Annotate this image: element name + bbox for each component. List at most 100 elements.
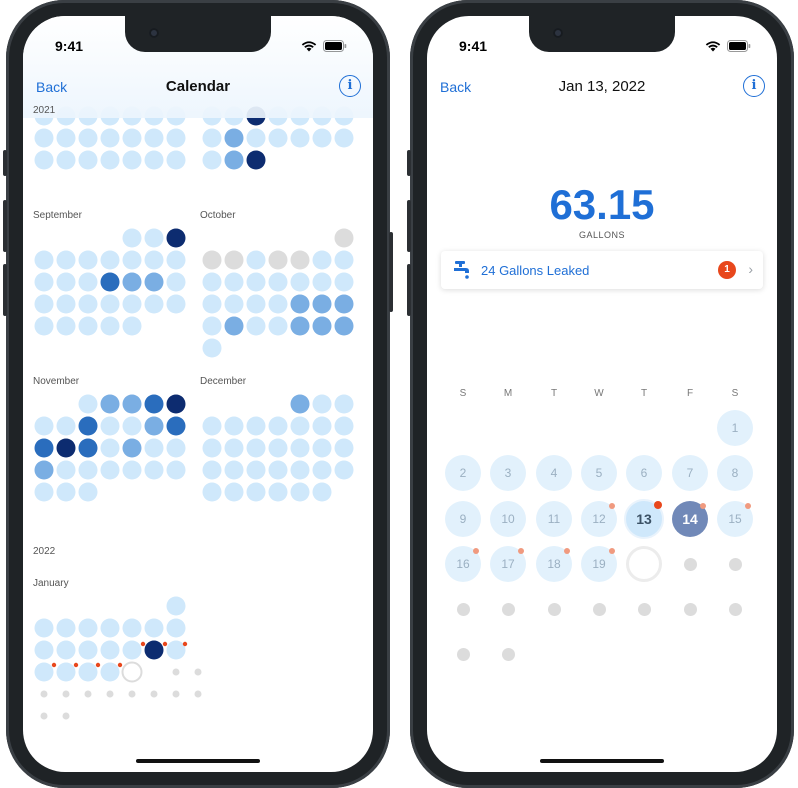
day-dot[interactable] [290, 294, 310, 314]
day-dot[interactable] [246, 482, 266, 502]
day-dot[interactable] [268, 316, 288, 336]
home-indicator[interactable] [136, 759, 260, 763]
day-dot[interactable] [202, 460, 222, 480]
day-dot[interactable] [268, 416, 288, 436]
day-dot[interactable] [144, 294, 164, 314]
day-dot[interactable] [144, 416, 164, 436]
day-dot[interactable] [246, 416, 266, 436]
day-dot[interactable] [166, 128, 186, 148]
future-day-dot[interactable] [40, 690, 48, 698]
day-dot[interactable] [100, 294, 120, 314]
day-dot[interactable] [312, 460, 332, 480]
day-dot[interactable] [78, 316, 98, 336]
day-dot[interactable] [334, 250, 354, 270]
day-dot[interactable] [166, 228, 186, 248]
day-dot[interactable] [290, 272, 310, 292]
day-dot[interactable] [334, 316, 354, 336]
day-dot[interactable] [78, 128, 98, 148]
day-dot[interactable] [268, 250, 288, 270]
day-dot[interactable] [100, 316, 120, 336]
day-dot[interactable] [56, 460, 76, 480]
day-dot[interactable] [246, 272, 266, 292]
day-dot[interactable] [224, 150, 244, 170]
day-dot[interactable] [166, 460, 186, 480]
day-dot[interactable] [122, 438, 142, 458]
day-dot[interactable] [144, 640, 164, 660]
day-dot[interactable] [224, 316, 244, 336]
day-dot[interactable] [224, 416, 244, 436]
future-day-dot[interactable] [194, 668, 202, 676]
day-dot[interactable] [166, 438, 186, 458]
day-dot[interactable] [34, 416, 54, 436]
day-dot[interactable] [202, 316, 222, 336]
day-cell[interactable]: 7 [672, 455, 708, 491]
day-dot[interactable] [268, 128, 288, 148]
day-dot[interactable] [144, 128, 164, 148]
day-dot[interactable] [34, 316, 54, 336]
day-dot[interactable] [144, 438, 164, 458]
day-dot[interactable] [224, 272, 244, 292]
day-dot[interactable] [122, 294, 142, 314]
day-dot[interactable] [224, 128, 244, 148]
day-dot[interactable] [290, 482, 310, 502]
day-dot[interactable] [78, 482, 98, 502]
leak-card[interactable]: 24 Gallons Leaked 1 › [441, 251, 763, 289]
day-dot[interactable] [100, 416, 120, 436]
day-dot[interactable] [144, 460, 164, 480]
future-day-dot[interactable] [62, 690, 70, 698]
day-dot[interactable] [246, 460, 266, 480]
day-dot[interactable] [56, 640, 76, 660]
day-dot[interactable] [312, 250, 332, 270]
day-dot[interactable] [122, 150, 142, 170]
day-dot[interactable] [290, 394, 310, 414]
day-dot[interactable] [224, 438, 244, 458]
day-dot[interactable] [268, 272, 288, 292]
day-dot[interactable] [202, 128, 222, 148]
day-dot[interactable] [166, 250, 186, 270]
future-day-dot[interactable] [172, 668, 180, 676]
day-dot[interactable] [312, 128, 332, 148]
future-day-dot[interactable] [194, 690, 202, 698]
day-dot[interactable] [268, 460, 288, 480]
day-dot[interactable] [224, 250, 244, 270]
day-dot[interactable] [144, 394, 164, 414]
day-dot[interactable] [122, 460, 142, 480]
day-dot[interactable] [334, 228, 354, 248]
day-dot[interactable] [100, 150, 120, 170]
day-dot[interactable] [290, 128, 310, 148]
day-dot[interactable] [312, 316, 332, 336]
day-dot[interactable] [334, 438, 354, 458]
day-dot[interactable] [122, 416, 142, 436]
day-dot[interactable] [78, 640, 98, 660]
day-dot[interactable] [100, 250, 120, 270]
day-dot[interactable] [122, 316, 142, 336]
day-dot[interactable] [312, 438, 332, 458]
day-dot[interactable] [78, 294, 98, 314]
future-day-dot[interactable] [172, 690, 180, 698]
day-dot[interactable] [100, 438, 120, 458]
day-dot[interactable] [246, 250, 266, 270]
day-dot[interactable] [290, 416, 310, 436]
day-dot[interactable] [268, 294, 288, 314]
day-dot[interactable] [312, 272, 332, 292]
day-dot[interactable] [312, 482, 332, 502]
day-cell[interactable]: 1 [717, 410, 753, 446]
day-dot[interactable] [78, 618, 98, 638]
day-dot[interactable] [122, 618, 142, 638]
home-indicator[interactable] [540, 759, 664, 763]
day-dot[interactable] [34, 640, 54, 660]
day-dot[interactable] [56, 662, 76, 682]
future-day-dot[interactable] [84, 690, 92, 698]
day-dot[interactable] [122, 250, 142, 270]
day-dot[interactable] [312, 394, 332, 414]
day-dot[interactable] [122, 228, 142, 248]
day-dot[interactable] [166, 294, 186, 314]
day-cell[interactable]: 5 [581, 455, 617, 491]
day-dot[interactable] [122, 640, 142, 660]
day-cell[interactable]: 6 [626, 455, 662, 491]
day-dot[interactable] [34, 150, 54, 170]
day-dot[interactable] [246, 128, 266, 148]
day-dot[interactable] [56, 150, 76, 170]
day-dot[interactable] [100, 662, 120, 682]
day-dot[interactable] [56, 128, 76, 148]
